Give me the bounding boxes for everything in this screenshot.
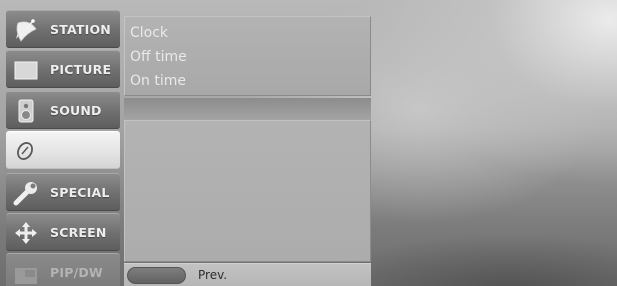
menu-item-station[interactable]: STATION: [6, 10, 120, 48]
menu-item-picture[interactable]: PICTURE: [6, 50, 120, 88]
prev-button[interactable]: [127, 267, 186, 284]
content-panel: [124, 120, 371, 262]
menu-item-label: PICTURE: [50, 62, 112, 77]
footer-bar: Prev.: [124, 263, 371, 286]
menu-item-label: SCREEN: [50, 225, 107, 240]
menu-item-label: PIP/DW: [50, 265, 103, 280]
menu-item-label: STATION: [50, 22, 111, 37]
menu-item-sound[interactable]: SOUND: [6, 91, 120, 129]
menu-item-screen[interactable]: SCREEN: [6, 213, 120, 251]
main-menu-sidebar: STATION PICTURE SOUND SPECIAL SCREEN PIP…: [6, 10, 120, 286]
speaker-icon: [13, 98, 39, 124]
clock-timer-icon: [13, 138, 39, 164]
submenu-item-off-time[interactable]: Off time: [130, 46, 187, 68]
menu-item-label: SPECIAL: [50, 185, 110, 200]
menu-item-label: SOUND: [50, 103, 102, 118]
submenu-item-clock[interactable]: Clock: [130, 22, 168, 44]
wrench-icon: [13, 180, 39, 206]
submenu-panel: Clock Off time On time: [124, 16, 371, 96]
menu-item-time[interactable]: [6, 131, 120, 169]
picture-square-icon: [13, 57, 39, 83]
menu-item-special[interactable]: SPECIAL: [6, 173, 120, 211]
submenu-item-on-time[interactable]: On time: [130, 70, 186, 92]
prev-label: Prev.: [198, 268, 228, 282]
pip-window-icon: [13, 260, 39, 286]
panel-divider: [124, 98, 371, 120]
satellite-dish-icon: [13, 17, 39, 43]
menu-item-pip-dw[interactable]: PIP/DW: [6, 253, 120, 286]
move-arrows-icon: [13, 220, 39, 246]
